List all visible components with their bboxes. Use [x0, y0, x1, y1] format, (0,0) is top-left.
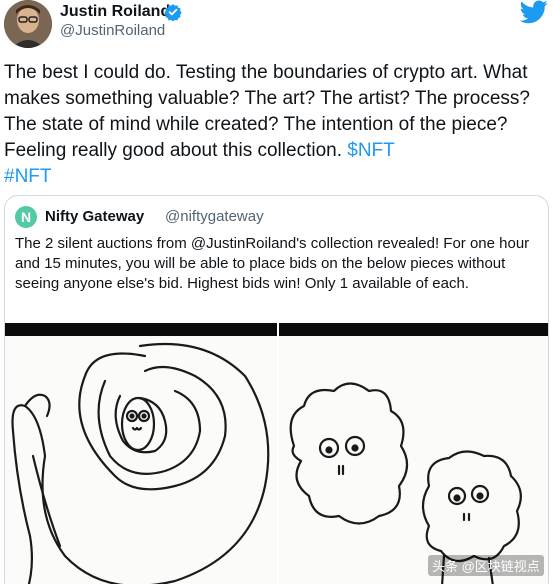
nft-artwork-creatures[interactable]	[279, 323, 548, 584]
twitter-bird-icon[interactable]	[519, 0, 548, 24]
creatures-drawing	[289, 382, 522, 584]
cashtag-link[interactable]: $NFT	[347, 140, 395, 161]
watermark: 头条 @区块链视点	[428, 555, 544, 576]
quoted-tweet-card[interactable]: N Nifty Gateway @niftygateway The 2 sile…	[4, 195, 549, 584]
artwork-top-bar	[279, 323, 548, 336]
tweet-body: The best I could do. Testing the boundar…	[4, 60, 544, 190]
artwork-top-bar	[5, 323, 277, 336]
snake-drawing	[11, 342, 270, 584]
author-avatar[interactable]	[4, 0, 52, 48]
tweet-text: The best I could do. Testing the boundar…	[4, 62, 530, 161]
quoted-author-handle[interactable]: @niftygateway	[165, 208, 264, 225]
author-name[interactable]: Justin Roiland	[60, 3, 170, 21]
quoted-tweet-text: The 2 silent auctions from @JustinRoilan…	[15, 235, 530, 292]
quoted-author-name[interactable]: Nifty Gateway	[45, 208, 144, 225]
author-handle[interactable]: @JustinRoiland	[60, 22, 165, 39]
hashtag-link[interactable]: #NFT	[4, 166, 52, 187]
nifty-gateway-logo-icon: N	[15, 206, 37, 228]
verified-badge-icon	[164, 3, 182, 22]
quoted-tweet-header: N Nifty Gateway @niftygateway	[15, 206, 535, 228]
tweet-header: Justin Roiland @JustinRoiland	[0, 0, 554, 52]
nft-artwork-snake[interactable]	[5, 323, 277, 584]
